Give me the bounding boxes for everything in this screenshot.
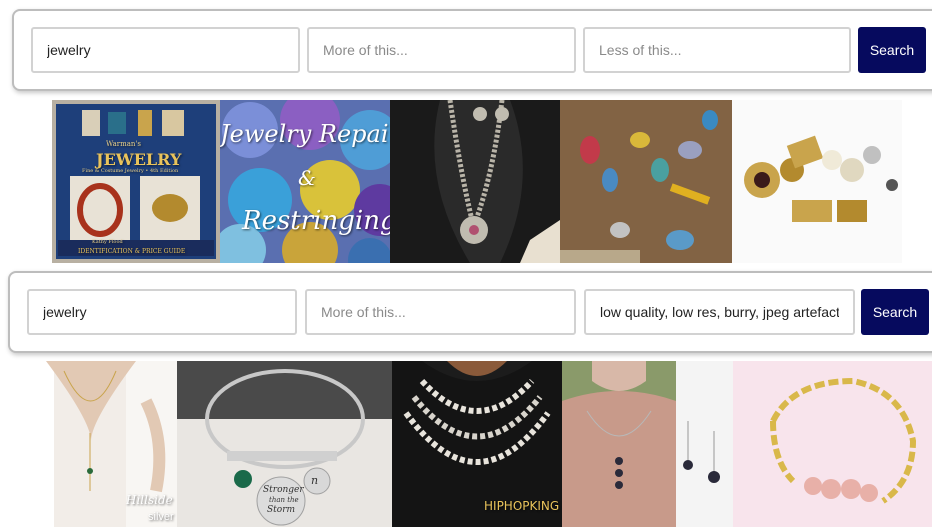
- book-brand: Warman's: [106, 140, 141, 148]
- tile-line-1: Jewelry Repair: [220, 120, 390, 148]
- query-input[interactable]: [31, 27, 300, 73]
- more-of-this-input[interactable]: [307, 27, 576, 73]
- earrings-graphic: [676, 361, 733, 527]
- result-image-vintage-findings[interactable]: [560, 100, 732, 263]
- charm-text-2: than the: [269, 496, 299, 504]
- book-author: Kathy Flood: [92, 239, 123, 245]
- watermark: Hillside: [126, 493, 173, 507]
- pendant-bust-graphic: [562, 361, 676, 527]
- watermark: HIPHOPKING: [484, 499, 560, 513]
- charm-text-1: Stronger: [263, 485, 304, 495]
- result-image-gold-pendant[interactable]: Hillside silver: [6, 361, 177, 527]
- charm-text-3: Storm: [267, 505, 296, 515]
- query-input[interactable]: [27, 289, 297, 335]
- results-row-1: Warman's JEWELRY Fine & Costume Jewelry …: [52, 100, 902, 263]
- findings-graphic: [560, 100, 732, 263]
- necklace-graphic: [390, 100, 560, 263]
- book-subtitle: Fine & Costume Jewelry • 4th Edition: [82, 168, 179, 174]
- search-panel-1: Search: [12, 9, 932, 91]
- result-image-jewelry-book[interactable]: Warman's JEWELRY Fine & Costume Jewelry …: [52, 100, 220, 263]
- result-image-pearl-bracelet[interactable]: [733, 361, 932, 527]
- brooches-graphic: [732, 100, 902, 263]
- less-of-this-input[interactable]: [584, 289, 855, 335]
- search-button[interactable]: Search: [861, 289, 929, 335]
- book-footer: IDENTIFICATION & PRICE GUIDE: [78, 248, 186, 255]
- results-row-2: Hillside silver n Stronger than the Stor…: [6, 361, 932, 527]
- search-panel-2: Search: [8, 271, 932, 353]
- result-image-jewelry-repair[interactable]: Jewelry Repair & Restringing: [220, 100, 390, 263]
- bracelet-graphic: [733, 361, 932, 527]
- more-of-this-input[interactable]: [305, 289, 576, 335]
- book-cover-graphic: [52, 100, 220, 263]
- tile-line-2: &: [298, 166, 316, 190]
- result-image-stamped-bangle[interactable]: n Stronger than the Storm: [177, 361, 392, 527]
- watermark-2: silver: [148, 511, 174, 523]
- result-image-pearl-necklace[interactable]: HIPHOPKING: [392, 361, 562, 527]
- less-of-this-input[interactable]: [583, 27, 851, 73]
- result-image-black-pearl-earrings[interactable]: [676, 361, 733, 527]
- book-title: JEWELRY: [96, 150, 182, 169]
- charm-letter: n: [311, 474, 319, 487]
- result-image-silver-necklace[interactable]: [390, 100, 560, 263]
- tile-line-3: Restringing: [242, 206, 390, 236]
- result-image-gold-brooches[interactable]: [732, 100, 902, 263]
- search-button[interactable]: Search: [858, 27, 926, 73]
- result-image-black-pearl-pendant[interactable]: [562, 361, 676, 527]
